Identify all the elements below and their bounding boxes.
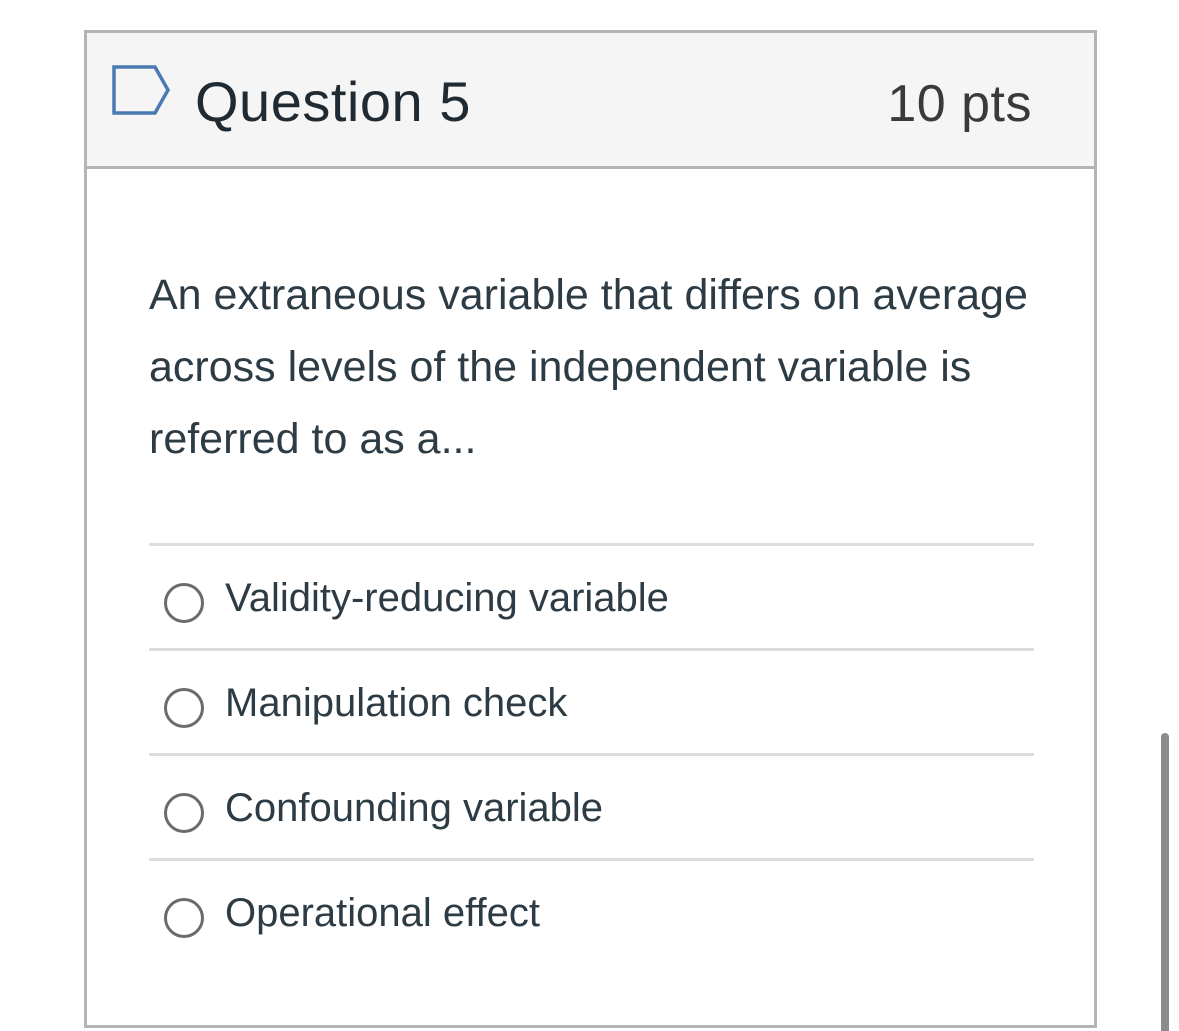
radio-button[interactable]: [164, 793, 204, 833]
answer-option[interactable]: Manipulation check: [149, 651, 1034, 756]
question-points: 10 pts: [887, 75, 1032, 133]
radio-button[interactable]: [164, 583, 204, 623]
scrollbar-thumb[interactable]: [1161, 733, 1169, 1031]
question-card: Question 5 10 pts An extraneous variable…: [84, 30, 1097, 1028]
radio-button[interactable]: [164, 688, 204, 728]
question-title: Question 5: [195, 70, 471, 133]
answer-label[interactable]: Operational effect: [225, 887, 540, 939]
answer-option[interactable]: Operational effect: [149, 861, 1034, 963]
question-body: An extraneous variable that differs on a…: [87, 169, 1094, 1025]
answer-label[interactable]: Validity-reducing variable: [225, 572, 669, 624]
answer-label[interactable]: Manipulation check: [225, 677, 567, 729]
answer-option[interactable]: Confounding variable: [149, 756, 1034, 861]
answer-label[interactable]: Confounding variable: [225, 782, 603, 834]
question-header: Question 5 10 pts: [87, 33, 1094, 169]
radio-button[interactable]: [164, 898, 204, 938]
flag-icon[interactable]: [111, 64, 173, 116]
answer-list: Validity-reducing variable Manipulation …: [149, 543, 1034, 963]
question-text: An extraneous variable that differs on a…: [149, 271, 1028, 463]
answer-option[interactable]: Validity-reducing variable: [149, 546, 1034, 651]
